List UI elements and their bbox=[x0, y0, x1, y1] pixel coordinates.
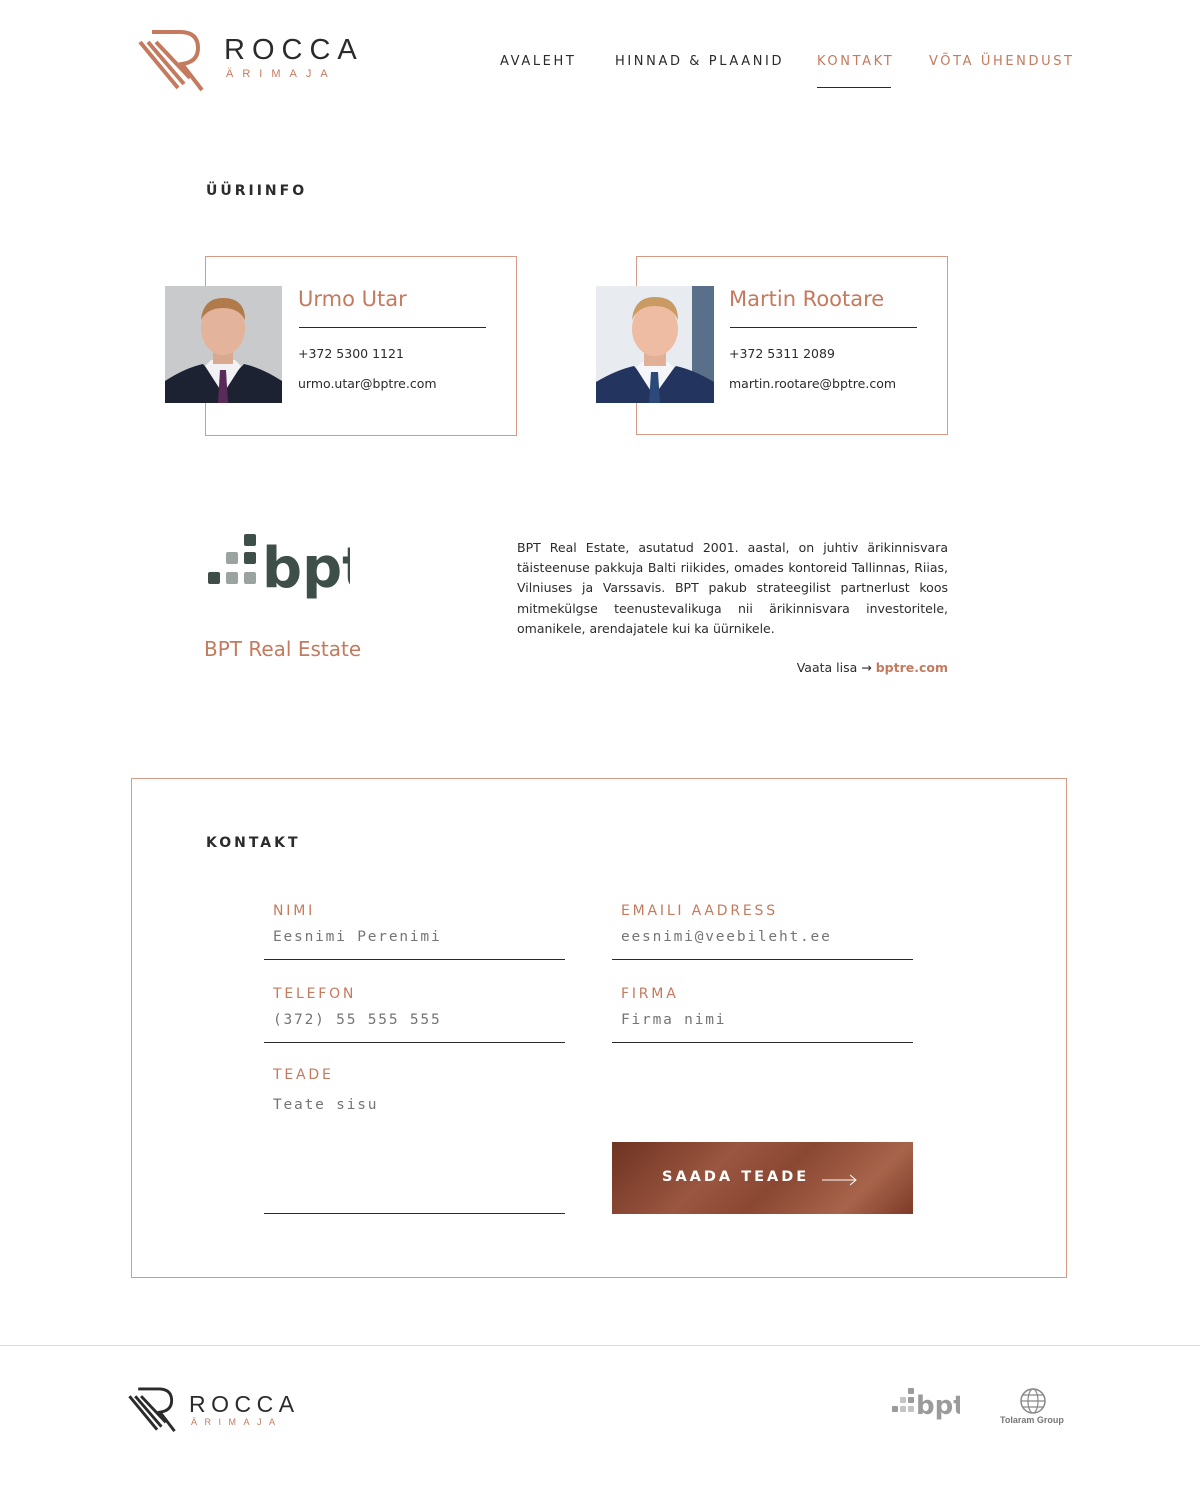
name-divider bbox=[730, 327, 917, 328]
nav-vota-uhendust[interactable]: VÕTA ÜHENDUST bbox=[929, 54, 1075, 69]
bpt-company-name: BPT Real Estate bbox=[204, 637, 362, 661]
phone-label: TELEFON bbox=[273, 986, 357, 1002]
name-label: NIMI bbox=[273, 903, 316, 919]
email-label: EMAILI AADRESS bbox=[621, 903, 778, 919]
bpt-more-label: Vaata lisa → bbox=[796, 660, 872, 675]
footer-bpt-wordmark: bpt bbox=[916, 1391, 960, 1420]
contact-phone-urmo[interactable]: +372 5300 1121 bbox=[298, 346, 404, 361]
nav-avaleht[interactable]: AVALEHT bbox=[500, 54, 576, 69]
rocca-logo-mark[interactable] bbox=[138, 28, 204, 94]
email-input[interactable] bbox=[621, 929, 911, 945]
footer-divider bbox=[0, 1345, 1200, 1346]
tolaram-globe-icon[interactable] bbox=[1019, 1388, 1047, 1414]
contact-email-martin[interactable]: martin.rootare@bptre.com bbox=[729, 376, 896, 391]
send-message-label: SAADA TEADE bbox=[662, 1169, 810, 1185]
bpt-more-row: Vaata lisa → bptre.com bbox=[797, 660, 948, 675]
name-underline bbox=[264, 959, 565, 960]
nav-active-underline bbox=[817, 87, 891, 88]
footer-rocca-logo-text[interactable]: ROCCA ÄRIMAJA bbox=[189, 1391, 300, 1427]
bpt-logo[interactable]: bpt bbox=[206, 534, 369, 602]
rental-section-title: ÜÜRIINFO bbox=[206, 183, 308, 199]
contact-name-urmo: Urmo Utar bbox=[298, 287, 407, 311]
brand-subtitle: ÄRIMAJA bbox=[226, 68, 337, 80]
company-underline bbox=[612, 1042, 913, 1043]
footer-rocca-logo-mark[interactable] bbox=[128, 1386, 176, 1434]
contact-email-urmo[interactable]: urmo.utar@bptre.com bbox=[298, 376, 437, 391]
avatar-martin bbox=[596, 286, 714, 403]
rocca-logo-text[interactable]: ROCCA ÄRIMAJA bbox=[224, 34, 364, 80]
phone-input[interactable] bbox=[273, 1012, 563, 1028]
nav-kontakt[interactable]: KONTAKT bbox=[817, 54, 894, 69]
brand-name: ROCCA bbox=[224, 34, 364, 66]
footer-brand-name: ROCCA bbox=[189, 1391, 300, 1417]
message-label: TEADE bbox=[273, 1067, 334, 1083]
arrow-right-icon bbox=[822, 1171, 858, 1186]
nav-hinnad-plaanid[interactable]: HINNAD & PLAANID bbox=[615, 54, 784, 69]
message-underline bbox=[264, 1213, 565, 1214]
email-underline bbox=[612, 959, 913, 960]
name-input[interactable] bbox=[273, 929, 563, 945]
avatar-urmo bbox=[165, 286, 282, 403]
footer-brand-subtitle: ÄRIMAJA bbox=[191, 1417, 283, 1427]
tolaram-group-label[interactable]: Tolaram Group bbox=[1000, 1415, 1064, 1425]
bpt-description: BPT Real Estate, asutatud 2001. aastal, … bbox=[517, 540, 948, 636]
footer-bpt-logo[interactable]: bpt bbox=[890, 1388, 966, 1421]
company-input[interactable] bbox=[621, 1012, 911, 1028]
bpt-website-link[interactable]: bptre.com bbox=[876, 660, 948, 675]
phone-underline bbox=[264, 1042, 565, 1043]
contact-section-title: KONTAKT bbox=[206, 835, 301, 851]
company-label: FIRMA bbox=[621, 986, 679, 1002]
name-divider bbox=[299, 327, 486, 328]
bpt-logo-wordmark: bpt bbox=[262, 536, 350, 601]
message-textarea[interactable] bbox=[273, 1097, 563, 1207]
contact-form bbox=[131, 778, 1067, 1278]
contact-name-martin: Martin Rootare bbox=[729, 287, 885, 311]
contact-phone-martin[interactable]: +372 5311 2089 bbox=[729, 346, 835, 361]
